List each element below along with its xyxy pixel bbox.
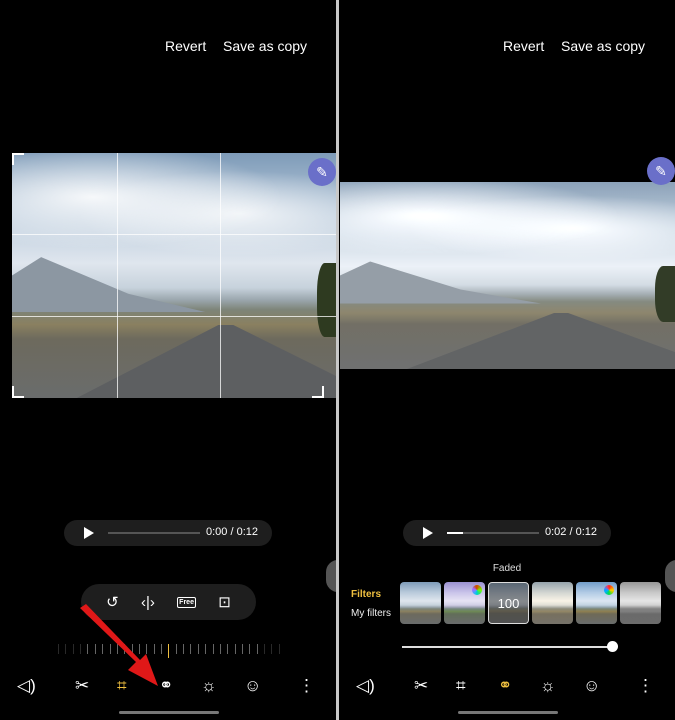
crop-handle-top-left[interactable] [12,153,24,165]
color-palette-icon [604,585,614,595]
slider-knob[interactable] [607,641,618,652]
revert-button[interactable]: Revert [503,38,544,54]
dial-tick [249,644,251,654]
filter-thumbnail[interactable] [620,582,661,624]
dial-tick [278,644,280,654]
filter-intensity-slider[interactable] [402,641,618,652]
sticker-icon[interactable]: ☺ [583,676,600,696]
dial-tick [58,644,59,654]
filter-thumbnails: 100 [400,582,661,624]
save-as-copy-button[interactable]: Save as copy [561,38,645,54]
filter-thumbnail[interactable] [444,582,485,624]
dial-tick [205,644,207,654]
tree [316,263,336,337]
time-readout: 0:02 / 0:12 [545,526,597,538]
filter-thumbnail[interactable] [400,582,441,624]
aspect-ratio-icon[interactable]: ⊡ [218,593,231,611]
tab-my-filters[interactable]: My filters [351,608,391,619]
video-preview[interactable] [340,182,675,369]
dial-tick [175,644,177,654]
crop-handle-bottom-right[interactable] [312,386,324,398]
play-icon[interactable] [423,527,433,539]
dial-tick [190,644,192,654]
seek-progress [447,532,463,534]
dial-tick [65,644,67,654]
dial-tick [241,644,243,654]
pen-icon[interactable]: ✎ [308,158,336,186]
dial-tick [72,644,74,654]
color-palette-icon [472,585,482,595]
free-aspect-button[interactable]: Free [177,596,196,608]
revert-button[interactable]: Revert [165,38,206,54]
filter-thumbnail-selected[interactable]: 100 [488,582,529,624]
crop-grid-line [12,234,336,235]
crop-grid-line [220,153,221,398]
dial-tick [264,644,266,654]
filter-intensity-value: 100 [489,583,528,623]
sticker-icon[interactable]: ☺ [244,676,261,696]
dial-tick [219,644,221,654]
side-panel-handle[interactable] [326,560,336,592]
dial-tick [212,644,214,654]
time-readout: 0:00 / 0:12 [206,526,258,538]
dial-tick [227,644,229,654]
scissors-icon[interactable]: ✂ [414,676,428,696]
brightness-icon[interactable]: ☼ [201,676,217,696]
home-indicator [458,711,558,714]
video-player-bar: 0:00 / 0:12 [64,520,272,546]
dial-tick [197,644,199,654]
annotation-arrow [80,604,158,686]
tree [654,266,675,323]
dial-tick [271,644,273,654]
editor-toolbar: ◁) ✂ ⌗ ⚭ ☼ ☺ ⋮ [0,676,336,700]
filter-thumbnail[interactable] [532,582,573,624]
crop-grid-line [117,153,118,398]
save-as-copy-button[interactable]: Save as copy [223,38,307,54]
volume-icon[interactable]: ◁) [356,676,375,696]
filters-icon[interactable]: ⚭ [498,676,512,696]
video-player-bar: 0:02 / 0:12 [403,520,611,546]
more-icon[interactable]: ⋮ [637,676,654,696]
seek-bar[interactable] [447,532,539,534]
tab-filters[interactable]: Filters [351,589,381,600]
sky [12,153,336,264]
filter-thumbnail[interactable] [576,582,617,624]
filter-editor-panel: Revert Save as copy ✎ 0:02 / 0:12 Faded … [339,0,675,720]
crop-grid-line [12,316,336,317]
road [76,324,336,398]
dial-tick [183,644,185,654]
video-preview[interactable] [12,153,336,398]
home-indicator [119,711,219,714]
volume-icon[interactable]: ◁) [17,676,36,696]
play-icon[interactable] [84,527,94,539]
crop-rotate-icon[interactable]: ⌗ [456,676,466,696]
pen-icon[interactable]: ✎ [647,157,675,185]
seek-bar[interactable] [108,532,200,534]
filter-name: Faded [492,563,522,574]
more-icon[interactable]: ⋮ [298,676,315,696]
editor-toolbar: ◁) ✂ ⌗ ⚭ ☼ ☺ ⋮ [339,676,675,700]
road [407,312,675,369]
sky [340,182,675,267]
brightness-icon[interactable]: ☼ [540,676,556,696]
dial-tick [234,644,236,654]
dial-tick [256,644,258,654]
crop-editor-panel: Revert Save as copy ✎ 0:00 / 0:12 ↺ ‹|› … [0,0,336,720]
crop-handle-bottom-left[interactable] [12,386,24,398]
dial-tick [168,644,170,658]
